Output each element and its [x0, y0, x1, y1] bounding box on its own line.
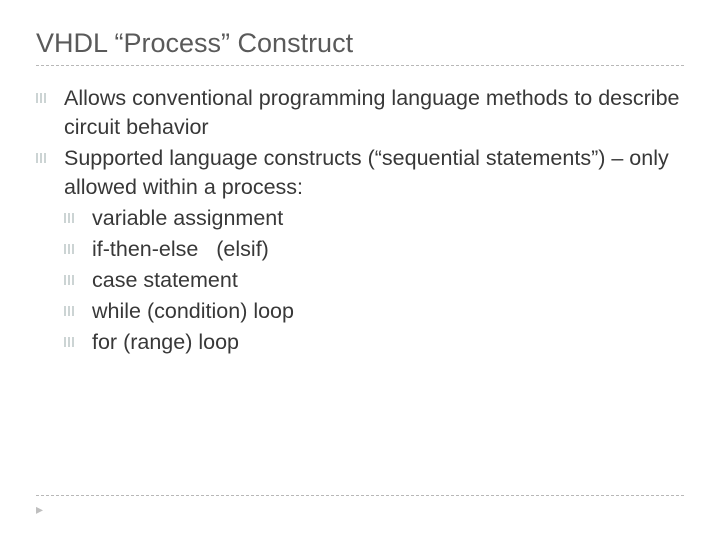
- divider-bottom-wrap: [36, 495, 684, 496]
- bullet-text: variable assignment: [92, 206, 283, 230]
- divider-top: [36, 65, 684, 66]
- list-item: if-then-else (elsif): [64, 235, 684, 264]
- bullet-text: while (condition) loop: [92, 299, 294, 323]
- list-item: variable assignment: [64, 204, 684, 233]
- list-item: case statement: [64, 266, 684, 295]
- slide-title: VHDL “Process” Construct: [36, 28, 684, 59]
- footer-marker-icon: ▸: [36, 501, 43, 518]
- slide: VHDL “Process” Construct Allows conventi…: [0, 0, 720, 379]
- bullet-list: Allows conventional programming language…: [36, 84, 684, 357]
- bullet-text: if-then-else (elsif): [92, 237, 269, 261]
- divider-bottom: [36, 495, 684, 496]
- bullet-text: case statement: [92, 268, 238, 292]
- bullet-text: Supported language constructs (“sequenti…: [64, 146, 669, 199]
- list-item: Allows conventional programming language…: [36, 84, 684, 142]
- bullet-text: Allows conventional programming language…: [64, 86, 680, 139]
- sub-bullet-list: variable assignment if-then-else (elsif)…: [64, 204, 684, 357]
- list-item: while (condition) loop: [64, 297, 684, 326]
- list-item: Supported language constructs (“sequenti…: [36, 144, 684, 357]
- bullet-text: for (range) loop: [92, 330, 239, 354]
- slide-content: Allows conventional programming language…: [36, 84, 684, 357]
- list-item: for (range) loop: [64, 328, 684, 357]
